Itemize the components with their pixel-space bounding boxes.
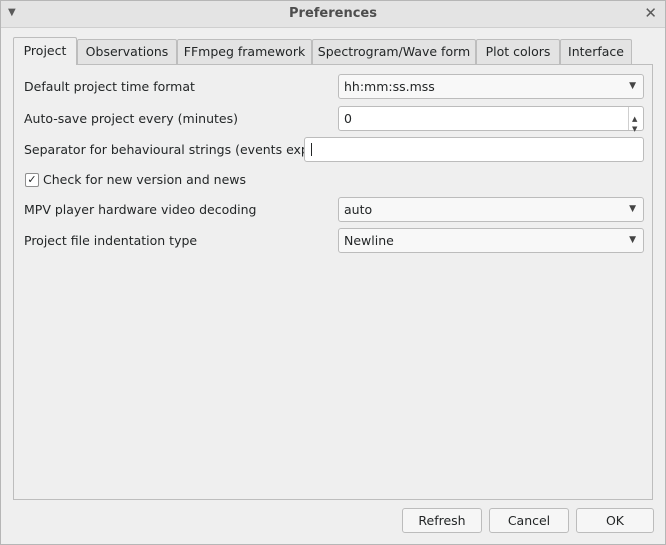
indentation-combo[interactable]: Newline ▼ <box>338 228 644 253</box>
tab-plot-colors[interactable]: Plot colors <box>476 39 560 64</box>
dropdown-arrow-icon: ▼ <box>629 235 636 245</box>
window-title: Preferences <box>289 6 377 21</box>
indentation-value: Newline <box>344 233 394 248</box>
separator-label: Separator for behavioural strings (event… <box>24 142 332 157</box>
dropdown-arrow-icon: ▼ <box>629 81 636 91</box>
check-version-checkbox[interactable]: ✓ <box>25 173 39 187</box>
refresh-button[interactable]: Refresh <box>402 508 482 533</box>
cancel-button[interactable]: Cancel <box>489 508 569 533</box>
preferences-window: ▼ Preferences ✕ Project Observations FFm… <box>0 0 666 545</box>
mpv-decoding-value: auto <box>344 202 373 217</box>
tab-project[interactable]: Project <box>13 37 77 65</box>
tab-interface[interactable]: Interface <box>560 39 632 64</box>
indentation-label: Project file indentation type <box>24 233 198 248</box>
check-icon: ✓ <box>27 173 37 186</box>
mpv-decoding-combo[interactable]: auto ▼ <box>338 197 644 222</box>
autosave-value: 0 <box>344 111 352 126</box>
project-tab-panel: Default project time format hh:mm:ss.mss… <box>13 64 653 500</box>
mpv-decoding-label: MPV player hardware video decoding <box>24 202 257 217</box>
ok-button[interactable]: OK <box>576 508 654 533</box>
autosave-spinbox[interactable]: 0 ▲ ▼ <box>338 106 644 133</box>
tab-ffmpeg-framework[interactable]: FFmpeg framework <box>177 39 312 64</box>
time-format-value: hh:mm:ss.mss <box>344 79 435 94</box>
autosave-label: Auto-save project every (minutes) <box>24 111 238 126</box>
close-icon[interactable]: ✕ <box>644 4 657 22</box>
spin-buttons: ▲ ▼ <box>628 107 643 133</box>
dropdown-arrow-icon: ▼ <box>629 204 636 214</box>
separator-input[interactable] <box>304 137 644 162</box>
time-format-label: Default project time format <box>24 79 195 94</box>
check-version-label: Check for new version and news <box>43 172 246 187</box>
title-bar: ▼ Preferences ✕ <box>1 1 665 28</box>
time-format-combo[interactable]: hh:mm:ss.mss ▼ <box>338 74 644 99</box>
tab-spectrogram-wave-form[interactable]: Spectrogram/Wave form <box>312 39 476 64</box>
tab-observations[interactable]: Observations <box>77 39 177 64</box>
text-cursor <box>311 143 312 156</box>
